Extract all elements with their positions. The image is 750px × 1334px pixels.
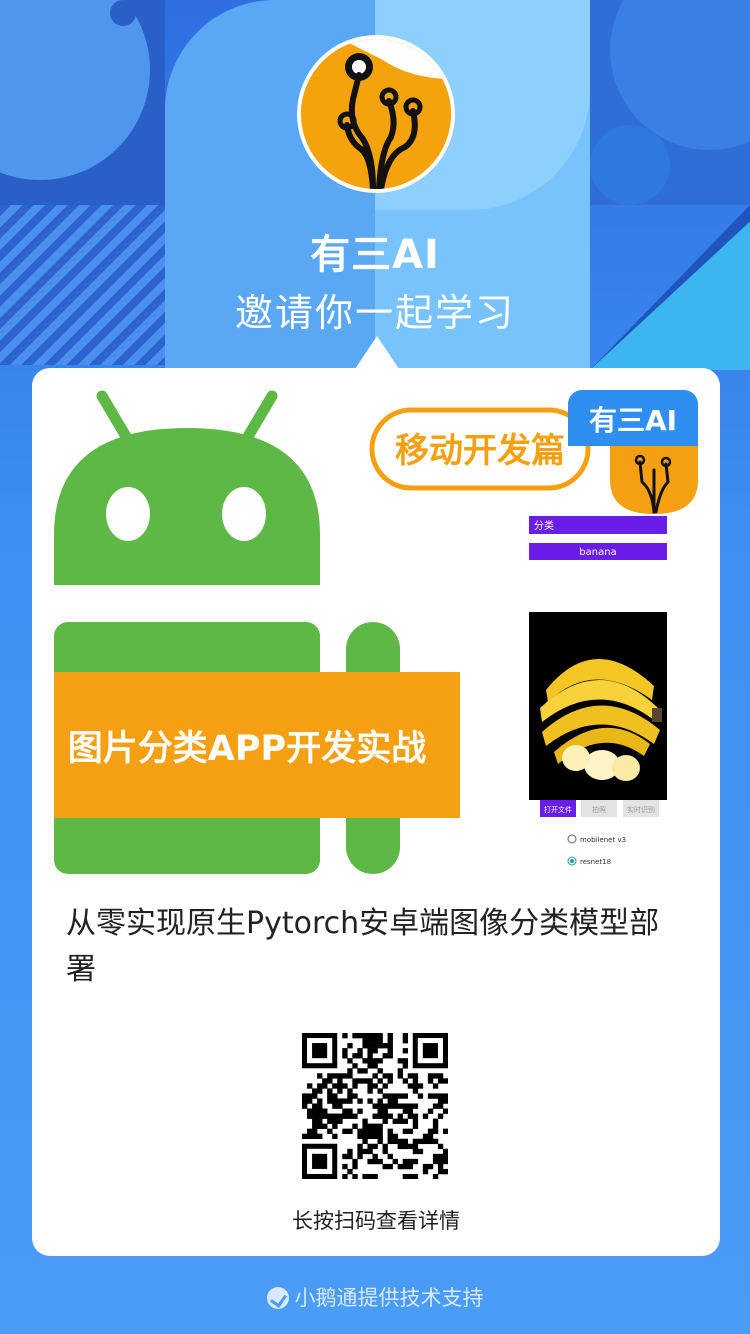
qr-code[interactable] [302, 1033, 449, 1180]
app-button-open-file: 打开文件 [544, 805, 572, 814]
logo-tree-icon [301, 39, 451, 189]
footer-powered-by: 小鹅通提供技术支持 [0, 1282, 750, 1312]
app-label-box: 分类 [529, 516, 667, 534]
small-logo-icon [610, 446, 698, 514]
app-button-realtime: 实时识别 [627, 805, 655, 814]
qr-code-image [302, 1033, 449, 1180]
qr-hint-text: 长按扫码查看详情 [292, 1209, 460, 1233]
app-button-camera: 拍照 [592, 805, 606, 814]
poster-banner: 图片分类APP开发实战 [54, 672, 460, 818]
banana-photo [529, 612, 667, 800]
youSanAI-logo-avatar [297, 35, 455, 193]
card-pointer [355, 336, 399, 369]
invite-text: 邀请你一起学习 [234, 291, 515, 335]
course-poster[interactable]: 移动开发篇 有三AI 分类 banana 打开文件 拍照 实时识别 mobile… [54, 390, 698, 875]
corner-tag-text: 有三AI [589, 404, 677, 437]
app-button-row: 打开文件 拍照 实时识别 [540, 800, 659, 817]
app-label-text: 分类 [534, 519, 554, 532]
model-option-resnet: resnet18 [580, 858, 611, 866]
model-option-mobilenet: mobilenet v3 [580, 836, 626, 844]
model-radio-list: mobilenet v3 resnet18 [567, 834, 626, 866]
footer-text: 小鹅通提供技术支持 [294, 1286, 484, 1310]
course-card[interactable]: 移动开发篇 有三AI 分类 banana 打开文件 拍照 实时识别 mobile… [32, 368, 720, 1256]
app-result-text: banana [579, 547, 616, 558]
app-result-box: banana [529, 543, 667, 560]
poster-banner-text: 图片分类APP开发实战 [68, 729, 426, 769]
course-title[interactable]: 从零实现原生Pytorch安卓端图像分类模型部署 [66, 901, 686, 993]
check-circle-icon [266, 1287, 289, 1309]
corner-brand-tag: 有三AI [568, 390, 698, 446]
brand-name: 有三AI [310, 232, 440, 278]
series-badge: 移动开发篇 [369, 407, 591, 491]
series-badge-text: 移动开发篇 [395, 431, 565, 471]
